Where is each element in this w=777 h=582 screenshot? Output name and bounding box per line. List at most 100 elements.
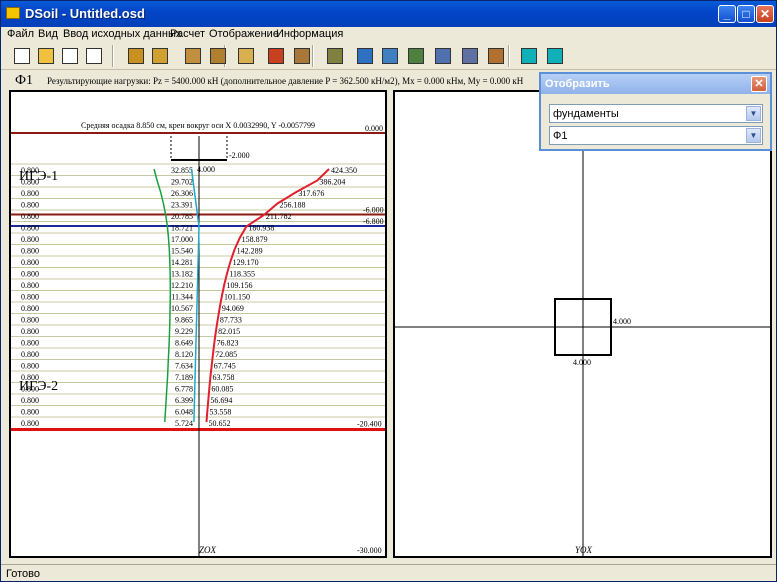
layers-button[interactable] <box>125 45 147 67</box>
layer-brown-button[interactable] <box>291 45 313 67</box>
calc-table-icon <box>357 48 373 64</box>
zg-value: 63.758 <box>213 373 235 382</box>
zp-value: 15.540 <box>171 247 193 256</box>
close-button[interactable]: ✕ <box>756 5 774 23</box>
chart-table-button[interactable] <box>405 45 427 67</box>
title-bar[interactable]: DSoil - Untitled.osd _ □ ✕ <box>1 1 776 27</box>
level-label-bottom: -30.000 <box>357 546 382 555</box>
app-window: DSoil - Untitled.osd _ □ ✕ Файл Вид Ввод… <box>0 0 777 582</box>
result-table-icon <box>435 48 451 64</box>
menu-view[interactable]: Вид <box>38 28 58 40</box>
maximize-button[interactable]: □ <box>737 5 755 23</box>
menu-input-data[interactable]: Ввод исходных данных <box>63 28 181 40</box>
zp-value: 11.344 <box>171 293 193 302</box>
settlement-summary: Средняя осадка 8.850 см, крен вокруг оси… <box>81 121 315 130</box>
row-thickness: 0.800 <box>21 189 39 198</box>
zg-value: 158.879 <box>242 235 268 244</box>
calc-table-button[interactable] <box>354 45 376 67</box>
data-table-button[interactable] <box>459 45 481 67</box>
menu-information[interactable]: Информация <box>276 28 343 40</box>
plan-view-panel[interactable]: 4.000 4.000 YOX <box>393 90 772 558</box>
depth-icon <box>327 48 343 64</box>
zg-value: 56.694 <box>210 396 232 405</box>
grid-table-button[interactable] <box>379 45 401 67</box>
menu-calculation[interactable]: Расчет <box>170 28 205 40</box>
zp-value: 6.778 <box>175 385 193 394</box>
row-thickness: 0.800 <box>21 339 39 348</box>
zg-value: 82.015 <box>218 327 240 336</box>
menu-display[interactable]: Отображение <box>209 28 279 40</box>
layer-brown-icon <box>294 48 310 64</box>
chevron-down-icon[interactable]: ▼ <box>746 128 761 143</box>
soil-profile-icon <box>152 48 168 64</box>
depth-button[interactable] <box>324 45 346 67</box>
row-thickness: 0.800 <box>21 350 39 359</box>
zp-value: 13.182 <box>171 270 193 279</box>
base-level-label: -2.000 <box>229 151 250 160</box>
foundation-button[interactable] <box>182 45 204 67</box>
display-button[interactable] <box>518 45 540 67</box>
result-table-button[interactable] <box>432 45 454 67</box>
status-bar: Готово <box>1 564 776 582</box>
row-thickness: 0.800 <box>21 408 39 417</box>
zp-value: 29.702 <box>171 178 193 187</box>
zg-value: 76.823 <box>217 339 239 348</box>
settings-button[interactable] <box>544 45 566 67</box>
status-text: Готово <box>6 568 40 580</box>
loads-text: Результирующие нагрузки: Pz = 5400.000 к… <box>47 76 524 86</box>
toolbar <box>1 42 776 70</box>
zp-value: 18.721 <box>171 224 193 233</box>
row-thickness: 0.800 <box>21 396 39 405</box>
foundation-select-value: Ф1 <box>553 130 568 142</box>
level-label-b: -6.800 <box>363 217 384 226</box>
soil-profile-button[interactable] <box>149 45 171 67</box>
plan-height-label: 4.000 <box>573 358 591 367</box>
section-view-panel[interactable]: Средняя осадка 8.850 см, крен вокруг оси… <box>9 90 387 558</box>
menu-file[interactable]: Файл <box>7 28 34 40</box>
open-folder-button[interactable] <box>35 45 57 67</box>
layer-red-button[interactable] <box>265 45 287 67</box>
minimize-button[interactable]: _ <box>718 5 736 23</box>
row-thickness: 0.800 <box>21 235 39 244</box>
popup-close-button[interactable]: ✕ <box>751 76 767 92</box>
save-as-button[interactable] <box>83 45 105 67</box>
zp-value: 32.855 <box>171 166 193 175</box>
zp-value: 20.785 <box>171 212 193 221</box>
section-chart: Средняя осадка 8.850 см, крен вокруг оси… <box>11 121 385 556</box>
zp-value: 6.399 <box>175 396 193 405</box>
row-thickness: 0.800 <box>21 270 39 279</box>
report-table-button[interactable] <box>485 45 507 67</box>
zg-value: 317.676 <box>298 189 324 198</box>
zg-value: 50.652 <box>209 419 231 428</box>
row-thickness: 0.800 <box>21 293 39 302</box>
zp-value: 8.649 <box>175 339 193 348</box>
zg-value: 256.188 <box>279 201 305 210</box>
row-thickness: 0.800 <box>21 166 39 175</box>
display-type-select[interactable]: фундаменты ▼ <box>549 104 763 123</box>
zg-value: 211.782 <box>266 212 292 221</box>
zg-value: 101.150 <box>224 293 250 302</box>
chevron-down-icon[interactable]: ▼ <box>746 106 761 121</box>
foundation-icon <box>185 48 201 64</box>
zg-value: 109.156 <box>226 281 252 290</box>
zp-value: 5.724 <box>175 419 193 428</box>
foundation-width-label: 4.000 <box>197 165 215 174</box>
new-file-button[interactable] <box>11 45 33 67</box>
axis-label-zox: ZOX <box>199 545 217 555</box>
zp-value: 7.634 <box>175 362 193 371</box>
popup-title-bar[interactable]: Отобразить ✕ <box>541 74 770 94</box>
save-button[interactable] <box>59 45 81 67</box>
zp-value: 14.281 <box>171 258 193 267</box>
foundation-select[interactable]: Ф1 ▼ <box>549 126 763 145</box>
row-thickness: 0.800 <box>21 419 39 428</box>
save-as-icon <box>86 48 102 64</box>
row-thickness: 0.800 <box>21 247 39 256</box>
pile-button[interactable] <box>207 45 229 67</box>
load-button[interactable] <box>235 45 257 67</box>
zp-value: 6.048 <box>175 408 193 417</box>
row-thickness: 0.800 <box>21 373 39 382</box>
row-thickness: 0.800 <box>21 224 39 233</box>
zg-value: 60.085 <box>211 385 233 394</box>
toolbar-separator <box>508 45 510 67</box>
foundation-label: Ф1 <box>15 73 34 88</box>
